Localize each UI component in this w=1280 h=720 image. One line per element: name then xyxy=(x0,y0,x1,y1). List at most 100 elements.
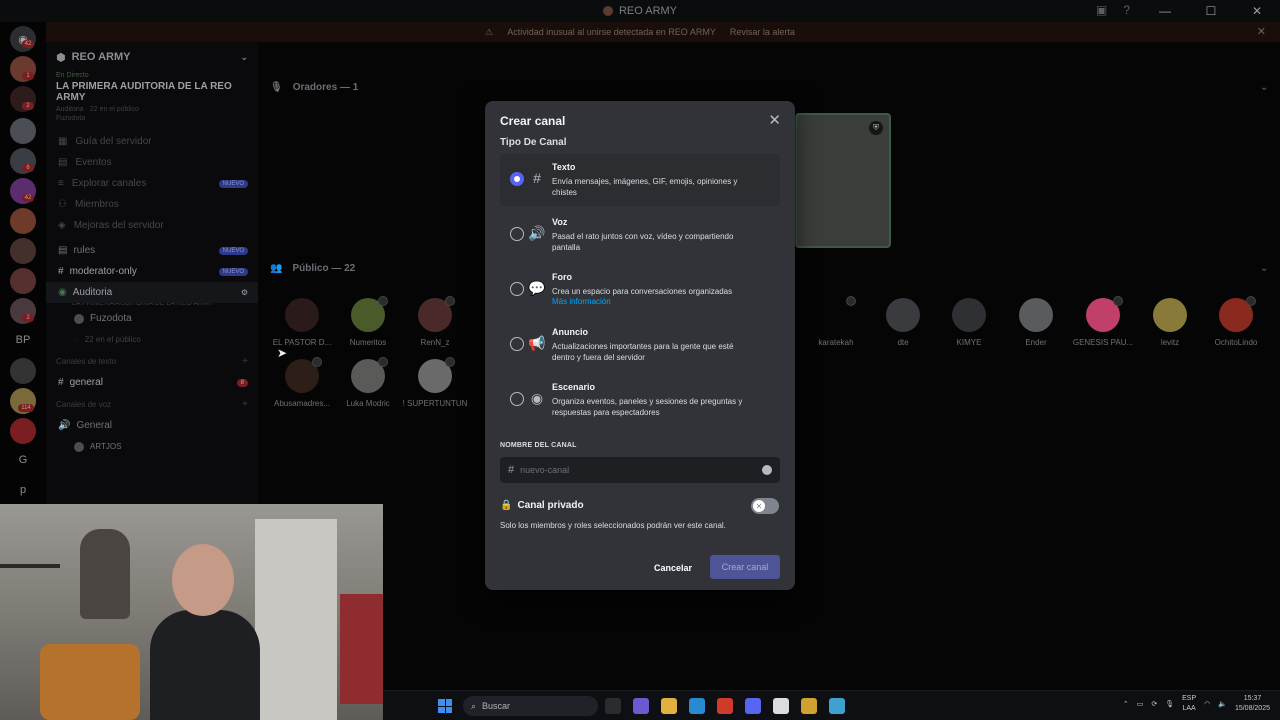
network-icon[interactable]: ▭ xyxy=(1137,700,1144,708)
channel-name-label: NOMBRE DEL CANAL xyxy=(500,442,577,449)
private-channel-toggle[interactable]: ✕ xyxy=(751,498,779,514)
add-channel-icon[interactable]: + xyxy=(242,399,248,410)
radio-selected[interactable] xyxy=(510,172,524,186)
audience-member[interactable]: Luka Modric xyxy=(335,357,401,408)
channel-name-input[interactable] xyxy=(520,465,751,475)
category-voice-channels[interactable]: Canales de voz + xyxy=(46,393,258,415)
stage-audience-count[interactable]: ◌ 22 en el público xyxy=(46,329,258,350)
stage-actions-icon[interactable]: ⚙ xyxy=(241,288,248,297)
guild-badge: 2 xyxy=(22,314,34,322)
notepad-icon[interactable] xyxy=(829,698,845,714)
copilot-icon[interactable] xyxy=(633,698,649,714)
emoji-picker-icon[interactable] xyxy=(762,465,772,475)
channel-type-text[interactable]: # Texto Envía mensajes, imágenes, GIF, e… xyxy=(500,154,780,206)
audience-member[interactable]: KIMYE xyxy=(936,298,1002,347)
raid-alert-banner: ⚠ Actividad inusual al unirse detectada … xyxy=(0,22,1280,42)
chevron-up-icon[interactable]: ⌃ xyxy=(1123,700,1129,708)
radio-unselected[interactable] xyxy=(510,337,524,351)
channel-name-field[interactable]: # xyxy=(500,457,780,483)
alert-close-icon[interactable]: ✕ xyxy=(1257,25,1266,38)
wifi-icon[interactable]: ◠ xyxy=(1204,700,1210,708)
avatar xyxy=(952,298,986,332)
audience-member[interactable]: ! SUPERTUNTUN xyxy=(402,357,468,408)
help-icon[interactable]: ? xyxy=(1123,3,1130,17)
audience-member[interactable]: karatekah xyxy=(803,296,869,347)
mouse-cursor-icon: ➤ xyxy=(277,346,288,360)
server-icon[interactable] xyxy=(10,268,36,294)
audience-member[interactable]: dte xyxy=(870,298,936,347)
voice-channel-general[interactable]: 🔊 General xyxy=(46,415,258,436)
channel-type-stage[interactable]: ◉ Escenario Organiza eventos, paneles y … xyxy=(500,374,780,426)
alert-action-link[interactable]: Revisar la alerta xyxy=(730,27,795,37)
inbox-icon[interactable]: ▣ xyxy=(1096,3,1107,17)
nav-browse-channels[interactable]: ≡ Explorar canales NUEVO xyxy=(46,173,258,194)
discord-icon[interactable] xyxy=(745,698,761,714)
audience-member[interactable]: levitz xyxy=(1137,298,1203,347)
audience-member[interactable]: GENESIS PAU... xyxy=(1070,296,1136,347)
server-icon[interactable] xyxy=(10,208,36,234)
channel-stage-auditoria[interactable]: ◉ Auditoria ⚙ xyxy=(46,282,258,303)
learn-more-link[interactable]: Más información xyxy=(552,297,611,306)
chrome-icon[interactable] xyxy=(801,698,817,714)
create-channel-button[interactable]: Crear canal xyxy=(710,555,780,579)
server-header[interactable]: ⬢ REO ARMY ⌄ xyxy=(46,42,258,72)
server-icon[interactable] xyxy=(10,418,36,444)
file-explorer-icon[interactable] xyxy=(661,698,677,714)
chevron-down-icon[interactable]: ⌄ xyxy=(1260,263,1268,274)
server-shield-icon: ⬢ xyxy=(56,51,66,64)
voice-user[interactable]: ARTJOS xyxy=(46,436,258,457)
channel-moderator-only[interactable]: # moderator-only NUEVO xyxy=(46,261,258,282)
nav-members[interactable]: ⚇ Miembros xyxy=(46,194,258,215)
audience-member[interactable]: RenN_z xyxy=(402,296,468,347)
audience-member[interactable]: OchitoLindo xyxy=(1203,296,1269,347)
volume-icon[interactable]: 🔈 xyxy=(1218,700,1227,708)
guild-badge: 42 xyxy=(22,194,34,202)
nav-server-guide[interactable]: ▦ Guía del servidor xyxy=(46,131,258,152)
windows-start-icon[interactable] xyxy=(438,699,452,713)
audience-member[interactable]: Abusamadres... xyxy=(269,357,335,408)
edge-icon[interactable] xyxy=(689,698,705,714)
modal-title: Crear canal xyxy=(500,114,566,128)
system-clock[interactable]: 15:37 15/08/2025 xyxy=(1235,694,1270,714)
nav-events[interactable]: ▤ Eventos xyxy=(46,152,258,173)
server-initials[interactable]: p xyxy=(0,484,46,496)
event-title[interactable]: LA PRIMERA AUDITORIA DE LA REO ARMY xyxy=(46,79,258,105)
language-indicator[interactable]: ESP LAA xyxy=(1182,694,1196,714)
speaker-video-tile[interactable]: ⛨ xyxy=(795,113,891,248)
office-icon[interactable] xyxy=(717,698,733,714)
cancel-button[interactable]: Cancelar xyxy=(645,556,701,579)
add-channel-icon[interactable]: + xyxy=(242,356,248,367)
audience-member[interactable]: Numeritos xyxy=(335,296,401,347)
server-icon[interactable] xyxy=(10,358,36,384)
nav-server-boosts[interactable]: ◈ Mejoras del servidor xyxy=(46,215,258,236)
channel-type-forum[interactable]: 💬 Foro Crea un espacio para conversacion… xyxy=(500,264,780,316)
channel-type-voice[interactable]: 🔊 Voz Pasad el rato juntos con voz, víde… xyxy=(500,209,780,261)
stage-speaker[interactable]: Fuzodota xyxy=(46,308,258,329)
discord-home-icon[interactable]: ◉ xyxy=(10,26,36,52)
server-initials[interactable]: G xyxy=(0,454,46,466)
chevron-down-icon[interactable]: ⌄ xyxy=(1260,82,1268,93)
audience-member[interactable]: EL PASTOR D... xyxy=(269,298,335,347)
mic-icon[interactable]: 🎙 xyxy=(1165,700,1174,708)
event-host: Fuzodota xyxy=(56,115,86,122)
channel-general[interactable]: # general 8 xyxy=(46,372,258,393)
server-icon[interactable] xyxy=(10,238,36,264)
radio-unselected[interactable] xyxy=(510,392,524,406)
audience-member[interactable]: Ender xyxy=(1003,298,1069,347)
github-icon[interactable] xyxy=(773,698,789,714)
radio-unselected[interactable] xyxy=(510,282,524,296)
category-text-channels[interactable]: Canales de texto + xyxy=(46,350,258,372)
server-icon[interactable] xyxy=(10,118,36,144)
close-icon[interactable]: ✕ xyxy=(768,111,781,129)
task-view-icon[interactable] xyxy=(605,698,621,714)
muted-mic-icon xyxy=(1246,296,1256,306)
close-window-button[interactable]: ✕ xyxy=(1234,0,1280,22)
server-initials[interactable]: BP xyxy=(0,334,46,346)
radio-unselected[interactable] xyxy=(510,227,524,241)
minimize-button[interactable]: — xyxy=(1142,0,1188,22)
channel-type-announcement[interactable]: 📢 Anuncio Actualizaciones importantes pa… xyxy=(500,319,780,371)
taskbar-search[interactable]: ⌕ Buscar xyxy=(463,696,598,716)
sync-icon[interactable]: ⟳ xyxy=(1151,700,1157,708)
maximize-button[interactable]: ☐ xyxy=(1188,0,1234,22)
channel-rules[interactable]: ▤ rules NUEVO xyxy=(46,240,258,261)
